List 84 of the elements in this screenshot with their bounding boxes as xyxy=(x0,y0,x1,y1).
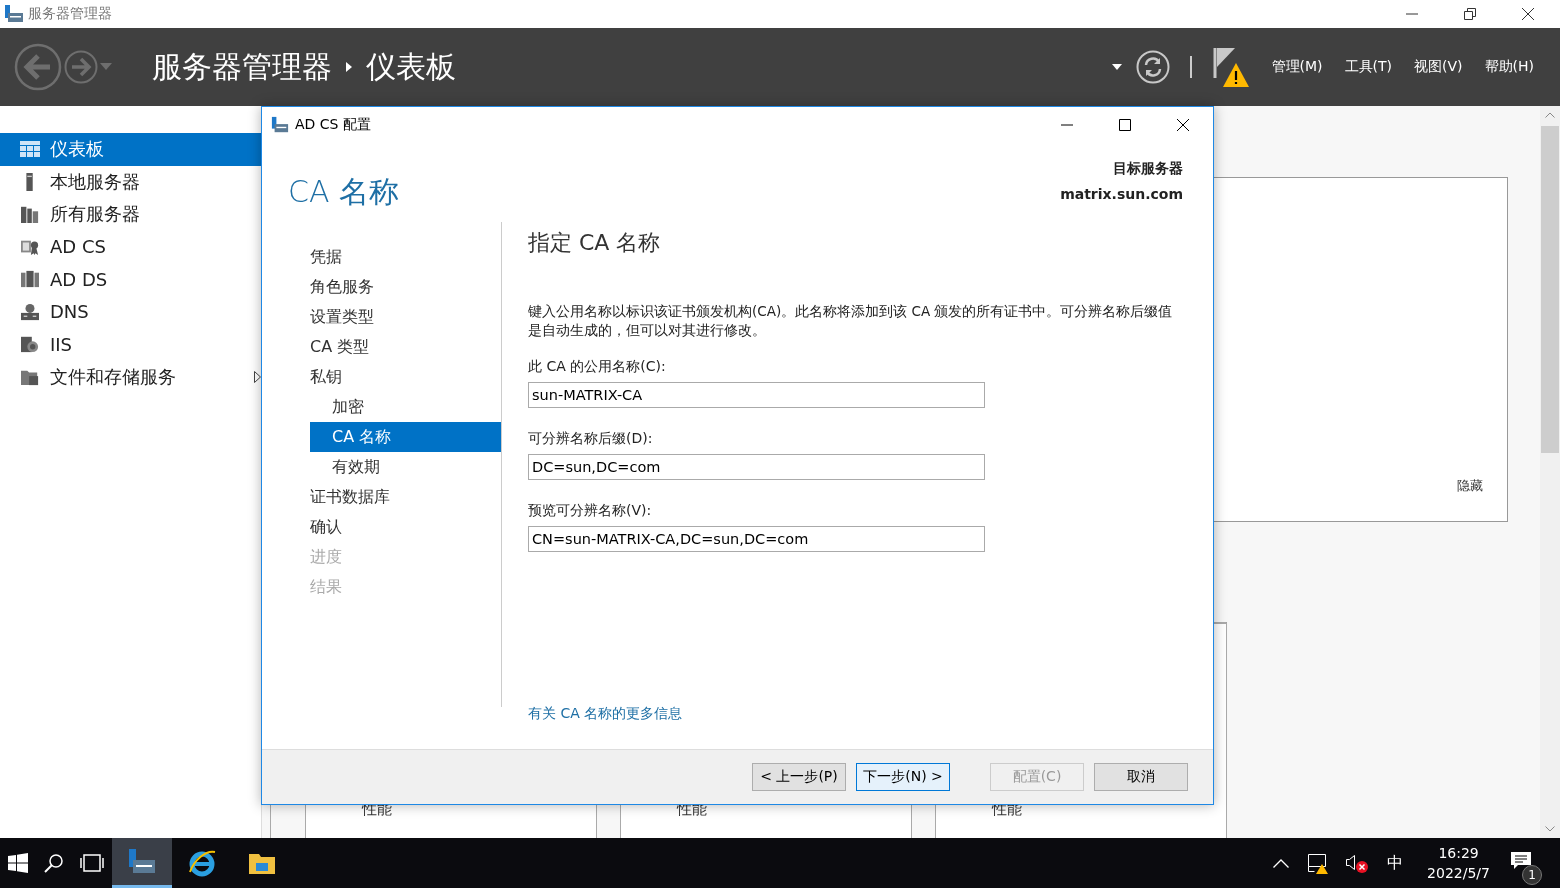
scroll-up-icon[interactable] xyxy=(1545,112,1555,118)
chevron-icon xyxy=(346,62,352,72)
servers-icon xyxy=(20,205,40,224)
menu-item[interactable]: 视图(V) xyxy=(1414,58,1463,76)
network-warning-icon[interactable] xyxy=(1305,852,1330,874)
field-label: 此 CA 的公用名称(C): xyxy=(528,358,666,376)
search-icon[interactable] xyxy=(44,853,64,873)
browser-icon xyxy=(187,848,217,878)
wizard-step[interactable]: CA 类型 xyxy=(310,332,501,362)
task-view-icon[interactable] xyxy=(80,853,104,873)
grid-icon xyxy=(20,140,40,159)
window-title: 服务器管理器 xyxy=(28,5,112,23)
sidebar-item[interactable]: AD CS xyxy=(0,230,261,263)
menu-item[interactable]: 帮助(H) xyxy=(1484,58,1534,76)
start-icon[interactable] xyxy=(8,853,28,873)
section-title: 指定 CA 名称 xyxy=(528,229,661,257)
sidebar-label: 所有服务器 xyxy=(50,202,140,227)
menu-item[interactable]: 管理(M) xyxy=(1271,58,1323,76)
app-icon xyxy=(4,4,24,24)
sidebar-label: 仪表板 xyxy=(50,137,104,162)
more-info-link[interactable]: 有关 CA 名称的更多信息 xyxy=(528,705,683,723)
sidebar-item[interactable]: 仪表板 xyxy=(0,133,261,166)
wizard-step[interactable]: 凭据 xyxy=(310,242,501,272)
sidebar-label: AD CS xyxy=(50,236,106,258)
menu-item[interactable]: 工具(T) xyxy=(1344,58,1393,76)
restore-icon[interactable] xyxy=(1464,8,1476,20)
flag-warning-icon[interactable] xyxy=(1211,45,1250,89)
dialog-title: AD CS 配置 xyxy=(295,115,371,134)
breadcrumb-item[interactable]: 仪表板 xyxy=(366,46,456,88)
breadcrumb-item[interactable]: 服务器管理器 xyxy=(152,46,332,88)
scrollbar[interactable] xyxy=(1540,106,1560,838)
sidebar-item[interactable]: IIS xyxy=(0,328,261,361)
wizard-step[interactable]: CA 名称 xyxy=(310,422,501,452)
clock-time: 16:29 xyxy=(1438,845,1479,861)
refresh-icon[interactable] xyxy=(1135,50,1170,84)
sidebar-item[interactable]: 本地服务器 xyxy=(0,165,261,198)
sidebar-label: 文件和存储服务 xyxy=(50,364,176,389)
target-server-label: 目标服务器 xyxy=(1113,160,1183,178)
wizard-button[interactable]: 下一步(N) > xyxy=(856,763,950,791)
sidebar-label: DNS xyxy=(50,301,89,323)
speaker-muted-icon[interactable] xyxy=(1345,852,1370,874)
input-field[interactable]: sun-MATRIX-CA xyxy=(528,382,985,408)
field-label: 可分辨名称后缀(D): xyxy=(528,430,653,448)
hide-link[interactable]: 隐藏 xyxy=(1457,477,1483,495)
sidebar-label: 本地服务器 xyxy=(50,169,140,194)
web-server-icon xyxy=(20,335,40,354)
close-icon[interactable] xyxy=(1522,8,1534,20)
wizard-button[interactable]: 取消 xyxy=(1094,763,1188,791)
chevron-up-icon[interactable] xyxy=(1273,858,1290,868)
wizard-step[interactable]: 有效期 xyxy=(310,452,501,482)
wizard-step[interactable]: 证书数据库 xyxy=(310,482,501,512)
dropdown-icon[interactable] xyxy=(1111,64,1122,70)
expand-arrow-icon[interactable] xyxy=(254,370,261,383)
wizard-step[interactable]: 确认 xyxy=(310,512,501,542)
wizard-step[interactable]: 设置类型 xyxy=(310,302,501,332)
clock[interactable]: 16:29 2022/5/7 xyxy=(1427,845,1490,881)
field-label: 预览可分辨名称(V): xyxy=(528,502,652,520)
notification-badge: 1 xyxy=(1522,865,1542,885)
input-field[interactable]: CN=sun-MATRIX-CA,DC=sun,DC=com xyxy=(528,526,985,552)
wizard-step[interactable]: 私钥 xyxy=(310,362,501,392)
globe-server-icon xyxy=(20,302,40,321)
wizard-step[interactable]: 角色服务 xyxy=(310,272,501,302)
input-field[interactable]: DC=sun,DC=com xyxy=(528,454,985,480)
sidebar-item[interactable]: DNS xyxy=(0,295,261,328)
notification-icon[interactable] xyxy=(1510,851,1532,871)
close-icon[interactable] xyxy=(1177,118,1189,131)
input-method-indicator[interactable]: 中 xyxy=(1387,852,1404,874)
sidebar-item[interactable]: AD DS xyxy=(0,263,261,296)
description-text: 键入公用名称以标识该证书颁发机构(CA)。此名称将添加到该 CA 颁发的所有证书中。可分辨名称后缀值是自动生成的，但可以对其进行修改。 xyxy=(528,302,1174,340)
scroll-thumb[interactable] xyxy=(1541,126,1559,453)
scroll-down-icon[interactable] xyxy=(1545,826,1555,832)
directory-icon xyxy=(20,270,40,289)
page-heading: CA 名称 xyxy=(288,173,399,211)
clock-date: 2022/5/7 xyxy=(1427,865,1490,881)
taskbar-app[interactable] xyxy=(112,838,172,888)
maximize-icon[interactable] xyxy=(1119,118,1131,131)
sidebar-item[interactable]: 文件和存储服务 xyxy=(0,360,261,393)
wizard-button[interactable]: < 上一步(P) xyxy=(752,763,846,791)
target-server-name: matrix.sun.com xyxy=(1060,186,1183,202)
sidebar-label: IIS xyxy=(50,333,73,355)
wizard-step[interactable]: 加密 xyxy=(310,392,501,422)
app-icon xyxy=(271,115,289,134)
sidebar-label: AD DS xyxy=(50,268,108,290)
sidebar-item[interactable]: 所有服务器 xyxy=(0,198,261,231)
